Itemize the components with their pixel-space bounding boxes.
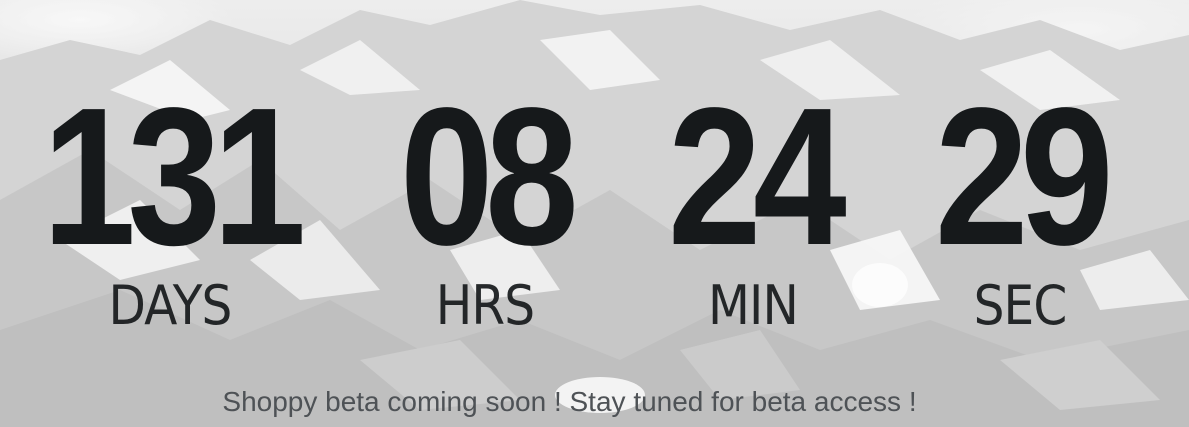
hours-label: HRS <box>435 274 535 337</box>
minutes-label: MIN <box>708 274 799 337</box>
minutes-value: 24 <box>667 67 847 286</box>
countdown-hours: 08 HRS <box>375 67 595 337</box>
days-label: DAYS <box>108 274 233 337</box>
countdown-minutes: 24 MIN <box>643 67 863 337</box>
countdown-timer: 131 DAYS 08 HRS 24 MIN 29 SEC <box>0 0 1189 427</box>
countdown-days: 131 DAYS <box>20 67 320 337</box>
hours-value: 08 <box>399 67 579 286</box>
countdown-seconds: 29 SEC <box>910 67 1130 337</box>
seconds-label: SEC <box>973 274 1068 337</box>
days-value: 131 <box>42 67 306 286</box>
coming-soon-message: Shoppy beta coming soon ! Stay tuned for… <box>222 386 917 417</box>
seconds-value: 29 <box>934 67 1114 286</box>
